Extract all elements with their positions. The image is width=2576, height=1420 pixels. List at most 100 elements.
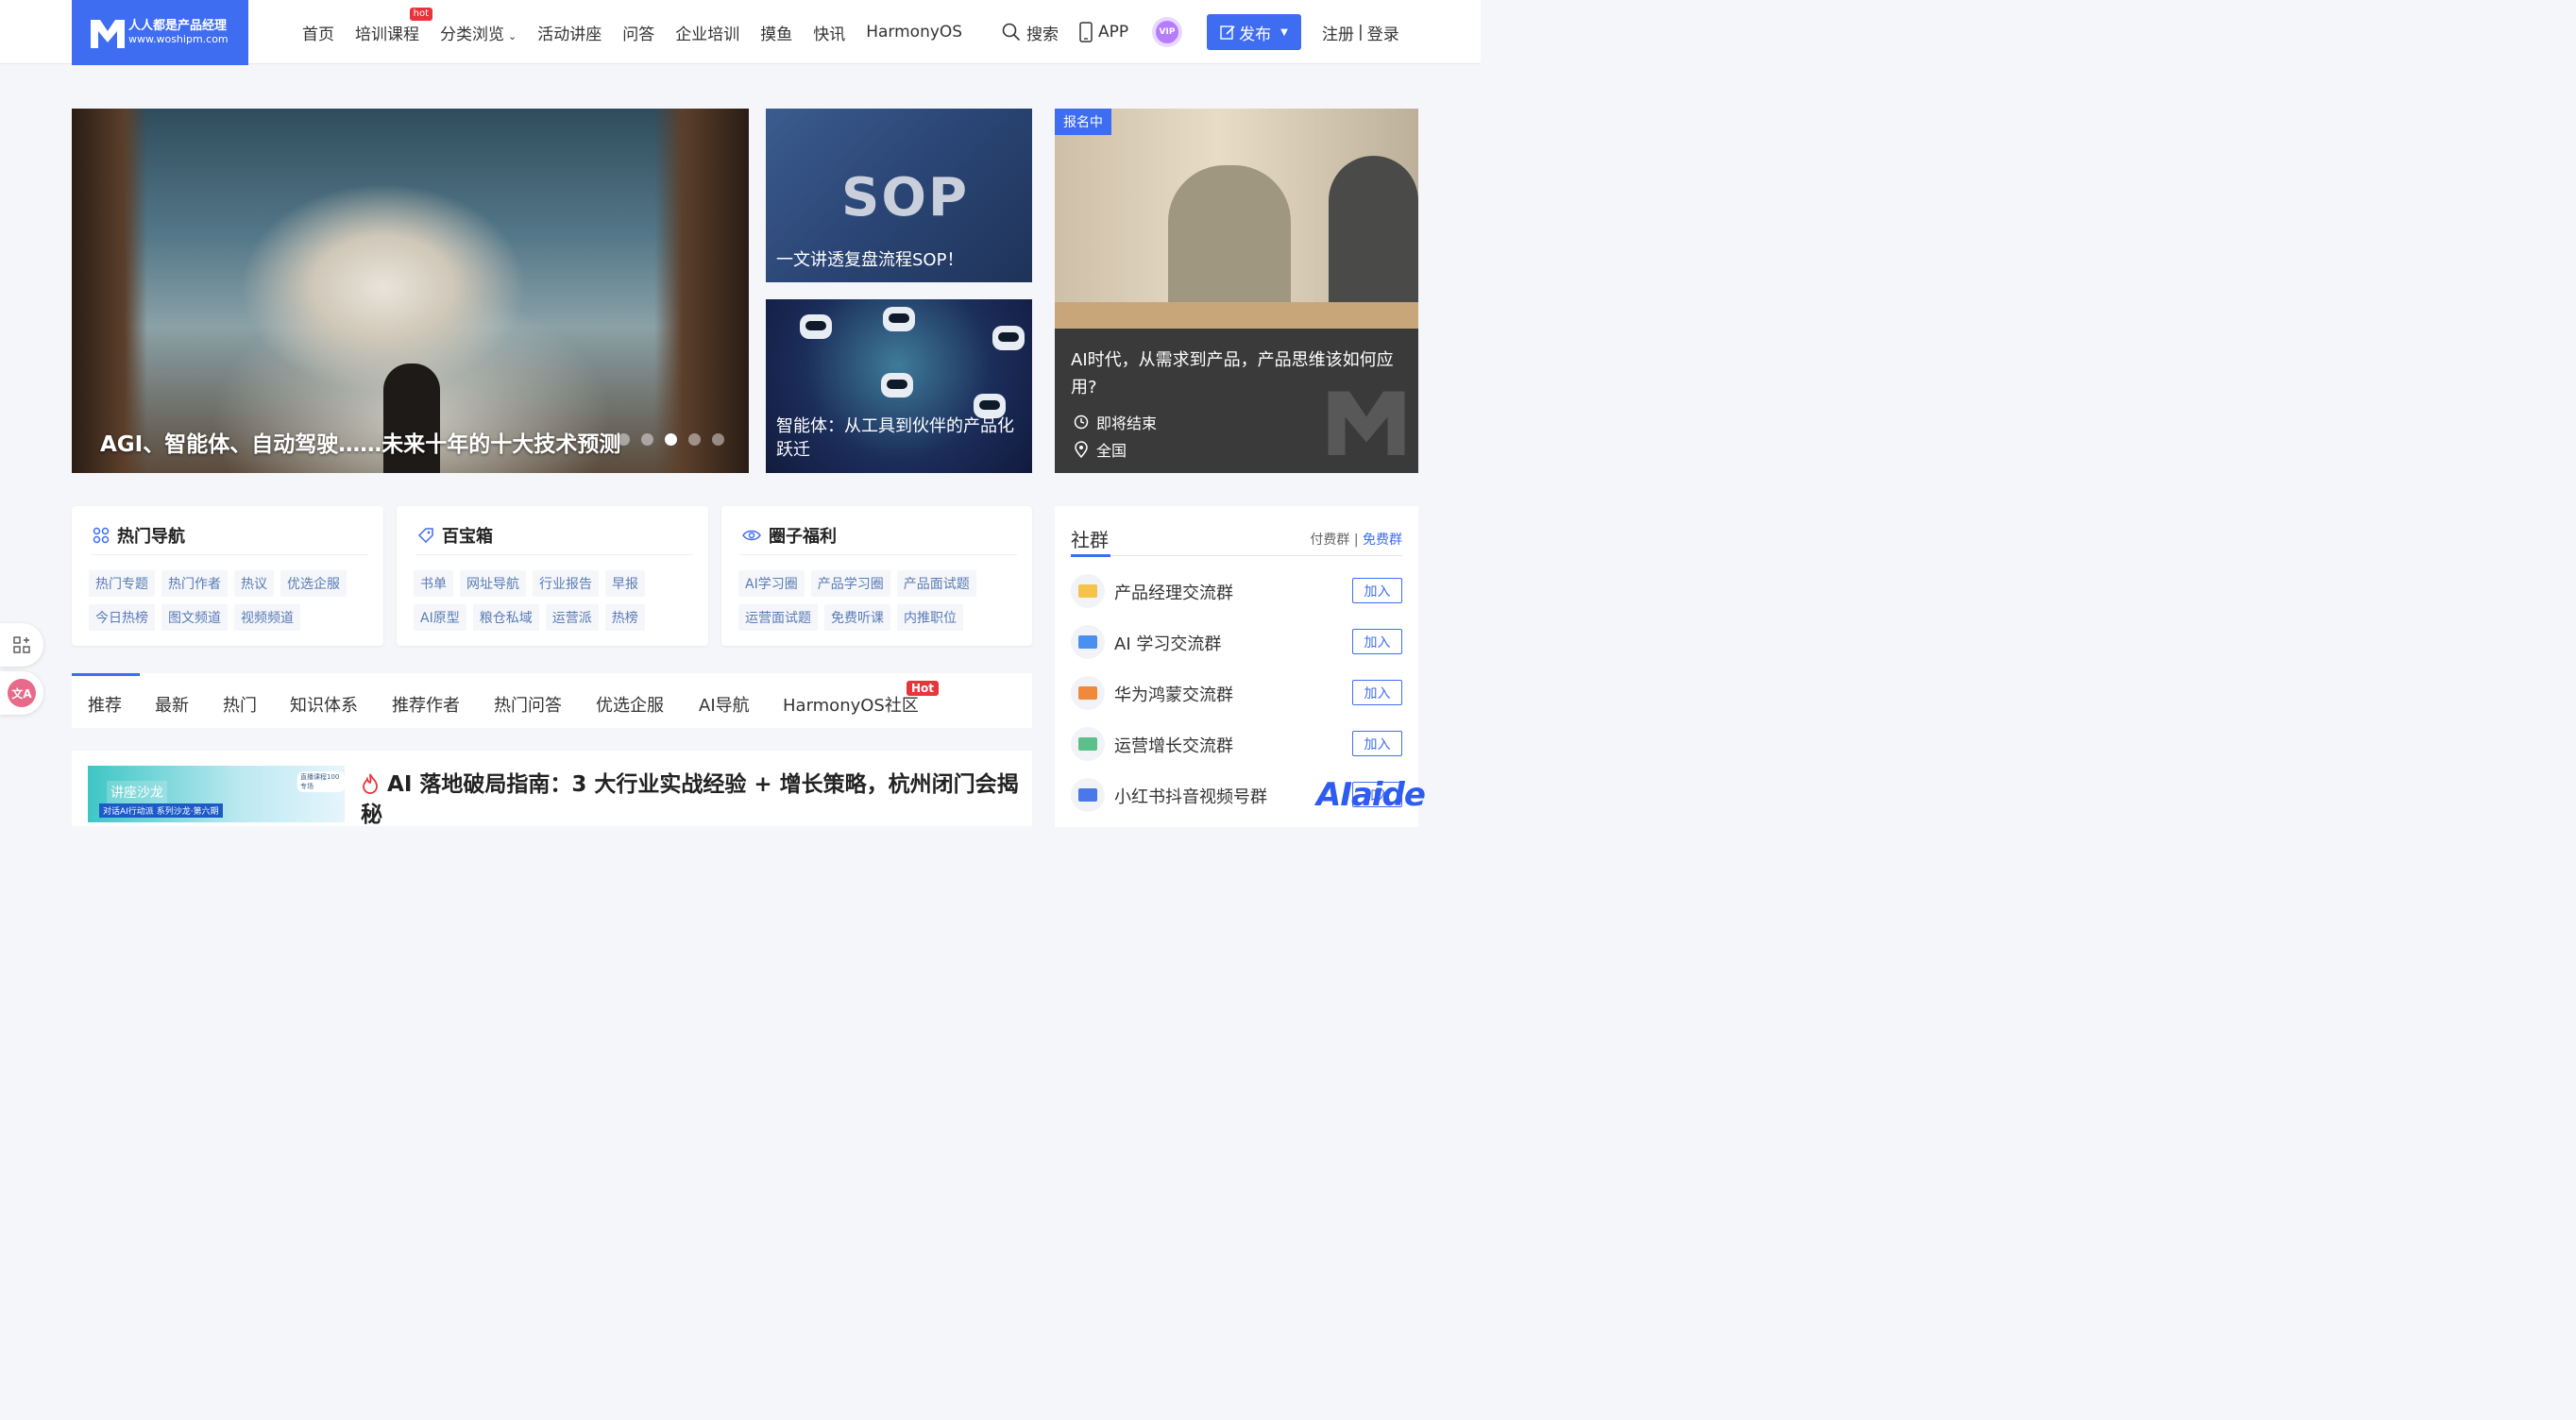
card-title: 热门导航	[117, 527, 185, 547]
tab-ai-nav[interactable]: AI导航	[699, 692, 750, 717]
tab-harmonyos[interactable]: HarmonyOS社区	[783, 692, 919, 717]
register-link[interactable]: 注册	[1322, 21, 1354, 44]
free-group-link[interactable]: 免费群	[1363, 532, 1402, 548]
tab-latest[interactable]: 最新	[155, 692, 189, 717]
tab-recommend[interactable]: 推荐	[88, 692, 122, 717]
thumb-label: 讲座沙龙	[107, 781, 167, 803]
group-name: 华为鸿蒙交流群	[1114, 685, 1233, 705]
logo-m-icon	[91, 19, 125, 48]
site-logo[interactable]: 人人都是产品经理 www.woshipm.com	[72, 0, 248, 65]
nav-home[interactable]: 首页	[302, 21, 334, 44]
article-thumbnail[interactable]: 讲座沙龙 对话AI行动派 系列沙龙·第六期 直播课程100专场	[88, 766, 345, 822]
tag-icon	[417, 528, 433, 544]
banner-agent[interactable]: 智能体：从工具到伙伴的产品化跃迁	[766, 299, 1032, 473]
publish-button[interactable]: 发布 ▼	[1207, 14, 1301, 50]
tag-link[interactable]: 视频频道	[234, 604, 300, 631]
translate-icon: 文A	[8, 679, 36, 707]
tab-hot-qa[interactable]: 热门问答	[494, 692, 562, 717]
fire-icon	[363, 773, 378, 794]
tag-link[interactable]: 热门作者	[161, 570, 228, 597]
nav-harmonyos[interactable]: HarmonyOS	[866, 23, 962, 42]
vip-icon: VIP	[1156, 21, 1178, 43]
tag-link[interactable]: 今日热榜	[89, 604, 155, 631]
tag-link[interactable]: 热门专题	[89, 570, 155, 597]
join-button[interactable]: 加入	[1352, 578, 1402, 603]
floating-apps-button[interactable]	[0, 623, 43, 667]
join-button[interactable]: 加入	[1352, 731, 1402, 756]
logo-name: 人人都是产品经理	[128, 18, 228, 33]
site-header: 人人都是产品经理 www.woshipm.com 首页 培训课程 hot 分类浏览…	[0, 0, 1481, 65]
card-title: 圈子福利	[769, 527, 837, 547]
nav-training[interactable]: 培训课程 hot	[355, 7, 432, 44]
event-photo	[1055, 109, 1418, 329]
hero-carousel[interactable]: AGI、智能体、自动驾驶……未来十年的十大技术预测	[72, 109, 749, 473]
aide-watermark: AIaide	[1316, 776, 1426, 814]
tag-link[interactable]: 早报	[605, 570, 645, 597]
phone-icon	[1079, 22, 1093, 42]
hero-title[interactable]: AGI、智能体、自动驾驶……未来十年的十大技术预测	[100, 426, 620, 458]
event-status-badge: 报名中	[1055, 109, 1111, 135]
article-title[interactable]: AI 落地破局指南：3 大行业实战经验 + 增长策略，杭州闭门会揭秘	[361, 769, 1022, 830]
chat-icon	[1071, 676, 1105, 710]
nav-events[interactable]: 活动讲座	[537, 21, 602, 44]
carousel-dot[interactable]	[712, 433, 724, 446]
chevron-down-icon: ⌄	[508, 29, 517, 42]
tag-link[interactable]: 优选企服	[280, 570, 347, 597]
tag-link[interactable]: 产品面试题	[896, 570, 976, 597]
login-link[interactable]: 登录	[1367, 21, 1399, 44]
tab-authors[interactable]: 推荐作者	[392, 692, 460, 717]
tag-link[interactable]: 书单	[414, 570, 453, 597]
thumb-sub: 对话AI行动派 系列沙龙·第六期	[99, 803, 223, 818]
carousel-dot[interactable]	[641, 433, 653, 446]
banner-event[interactable]: 报名中 AI时代，从需求到产品，产品思维该如何应用? 即将结束 全国	[1055, 109, 1418, 473]
card-circle-benefits: 圈子福利 AI学习圈 产品学习圈 产品面试题 运营面试题 免费听课 内推职位	[721, 506, 1032, 646]
carousel-dot[interactable]	[618, 433, 630, 446]
carousel-dot[interactable]	[688, 433, 701, 446]
sop-image-text: SOP	[841, 167, 969, 228]
tag-link[interactable]: 内推职位	[897, 604, 963, 631]
tag-link[interactable]: 粮仓私域	[472, 604, 539, 631]
vip-button[interactable]: VIP	[1152, 17, 1182, 47]
decor-shelf	[654, 109, 749, 473]
robot-icon	[883, 307, 915, 331]
nav-enterprise[interactable]: 企业培训	[675, 21, 739, 44]
nav-news[interactable]: 快讯	[813, 21, 845, 44]
group-name: 产品经理交流群	[1114, 583, 1233, 603]
tab-knowledge[interactable]: 知识体系	[290, 692, 358, 717]
tag-link[interactable]: 运营派	[545, 604, 599, 631]
tag-list: 热门专题 热门作者 热议 优选企服 今日热榜 图文频道 视频频道	[89, 570, 372, 631]
nav-qa[interactable]: 问答	[622, 21, 654, 44]
chat-icon	[1071, 727, 1105, 761]
group-name: 运营增长交流群	[1114, 736, 1233, 756]
banner-agent-title[interactable]: 智能体：从工具到伙伴的产品化跃迁	[776, 414, 1026, 462]
tag-link[interactable]: 热榜	[604, 604, 645, 631]
tag-link[interactable]: 热议	[234, 570, 274, 597]
nav-categories[interactable]: 分类浏览 ⌄	[440, 21, 517, 44]
tag-link[interactable]: 网址导航	[460, 570, 526, 597]
tag-link[interactable]: AI原型	[414, 604, 466, 631]
search-icon	[1002, 23, 1021, 42]
tag-link[interactable]: AI学习圈	[738, 570, 805, 597]
search-button[interactable]: 搜索	[1002, 0, 1059, 64]
tag-link[interactable]: 图文频道	[161, 604, 228, 631]
tag-link[interactable]: 运营面试题	[738, 604, 818, 631]
nav-moyu[interactable]: 摸鱼	[760, 21, 792, 44]
article-card[interactable]: 讲座沙龙 对话AI行动派 系列沙龙·第六期 直播课程100专场 AI 落地破局指…	[72, 751, 1032, 827]
paid-group-link[interactable]: 付费群	[1310, 532, 1349, 548]
tag-link[interactable]: 免费听课	[824, 604, 890, 631]
banner-sop-title[interactable]: 一文讲透复盘流程SOP！	[776, 246, 963, 271]
join-button[interactable]: 加入	[1352, 680, 1402, 705]
banner-sop[interactable]: SOP 一文讲透复盘流程SOP！	[766, 109, 1032, 282]
join-button[interactable]: 加入	[1352, 629, 1402, 654]
carousel-dot-active[interactable]	[665, 433, 677, 446]
event-time: 即将结束	[1074, 411, 1157, 433]
clock-icon	[1074, 414, 1089, 430]
floating-translate-button[interactable]: 文A	[0, 671, 43, 715]
tag-link[interactable]: 产品学习圈	[810, 570, 890, 597]
tab-enterprise[interactable]: 优选企服	[596, 692, 664, 717]
app-button[interactable]: APP	[1079, 0, 1128, 64]
group-name: AI 学习交流群	[1114, 634, 1222, 654]
tag-link[interactable]: 行业报告	[533, 570, 599, 597]
tab-hot[interactable]: 热门	[223, 692, 257, 717]
grid-icon	[93, 527, 110, 544]
